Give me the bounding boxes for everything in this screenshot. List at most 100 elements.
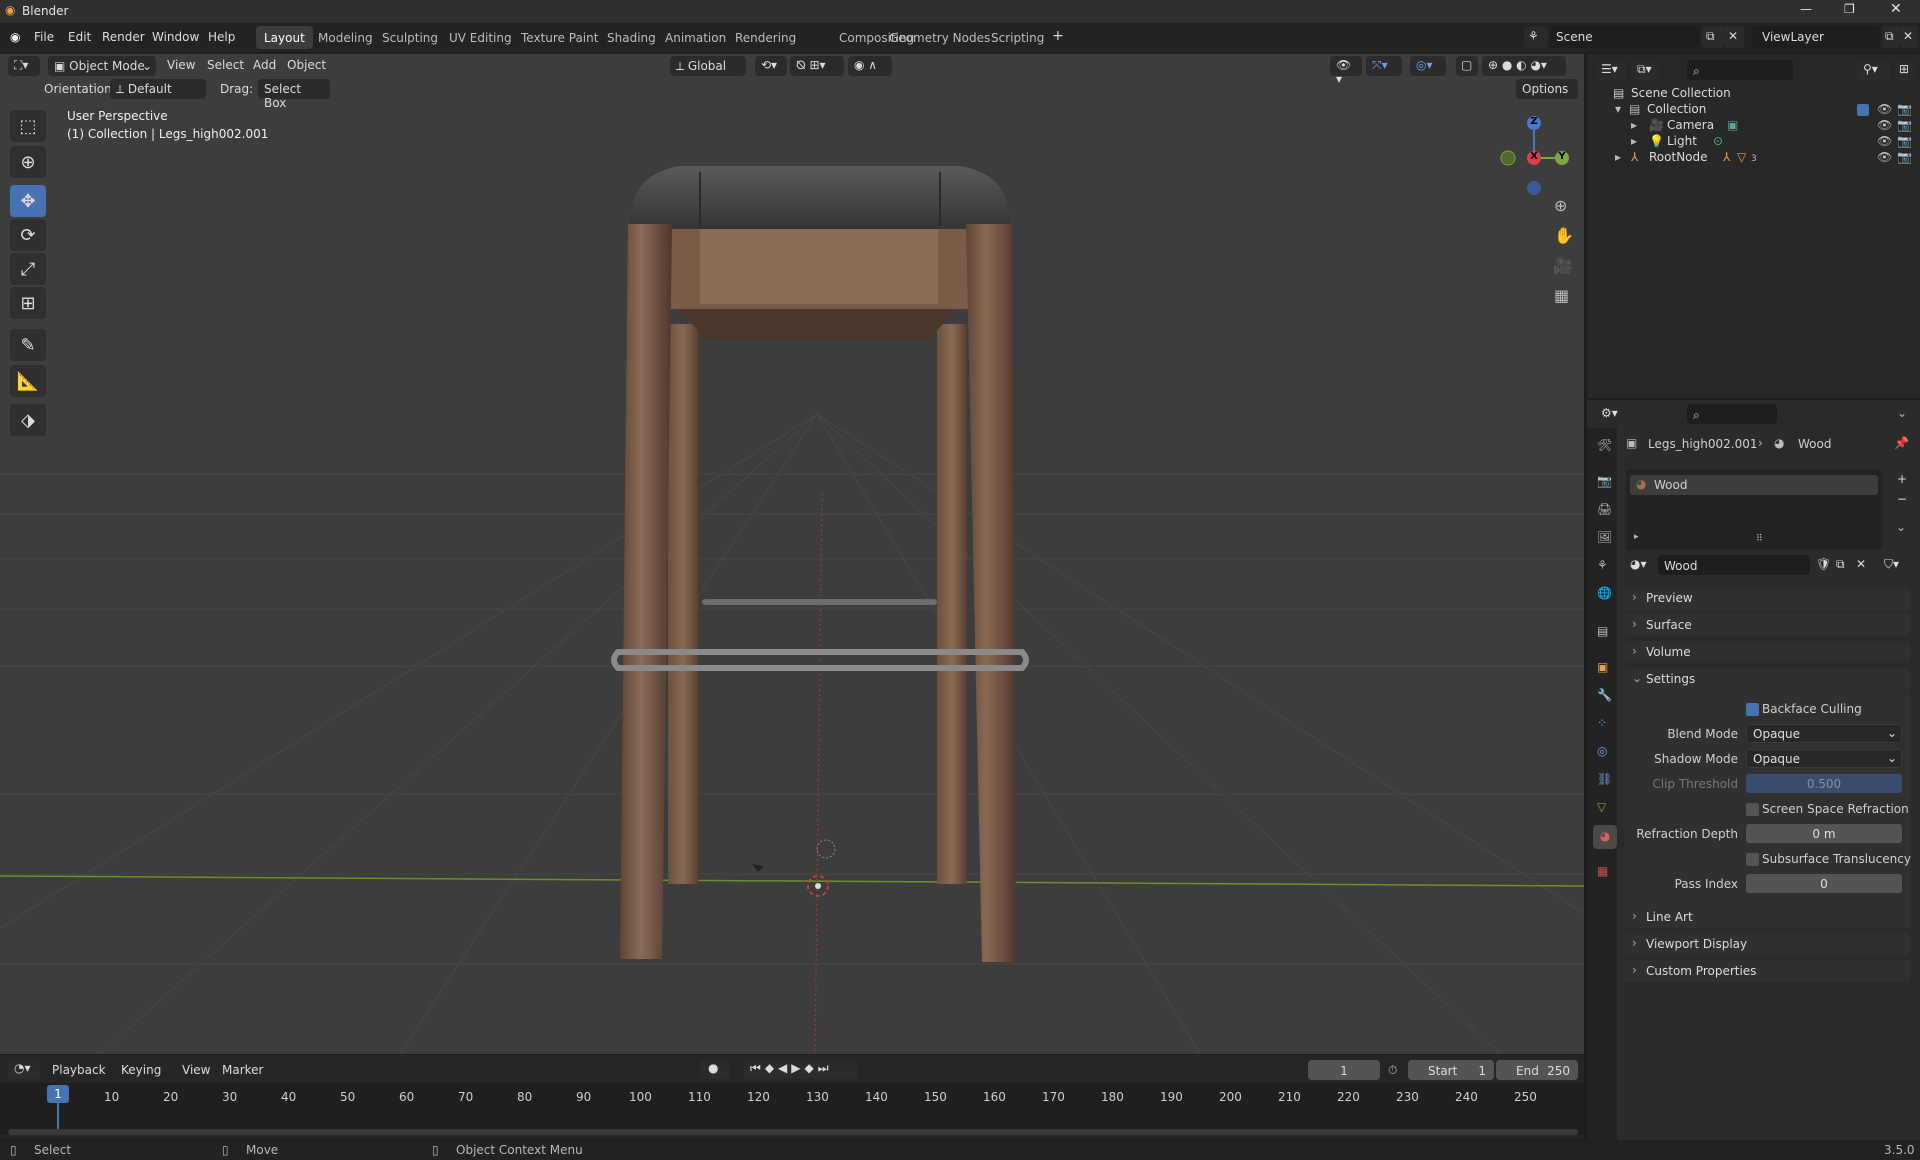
start-frame-field[interactable]: Start 1: [1408, 1060, 1494, 1080]
material-name-field[interactable]: Wood: [1658, 555, 1810, 575]
transform-orientation-dropdown[interactable]: ⟂ Global: [670, 56, 746, 76]
camera-view-icon[interactable]: 🎥: [1553, 256, 1573, 275]
modifier-tab-icon[interactable]: 🔧: [1597, 688, 1612, 702]
add-slot-icon[interactable]: +: [1892, 472, 1912, 490]
timeline-menu-marker[interactable]: Marker: [222, 1063, 263, 1077]
expand-slot-list-icon[interactable]: ▸: [1634, 532, 1639, 542]
menu-select[interactable]: Select: [207, 58, 244, 72]
annotate-tool[interactable]: ✎: [10, 329, 46, 361]
outliner-search-input[interactable]: ⌕: [1687, 60, 1793, 80]
outliner-item-rootnode[interactable]: RootNode: [1649, 150, 1708, 164]
view-layer-tab-icon[interactable]: 🖼: [1597, 530, 1612, 544]
new-view-layer-icon[interactable]: ⧉: [1882, 26, 1900, 48]
timeline-scrollbar[interactable]: [8, 1129, 1578, 1135]
x-axis-handle[interactable]: X: [1527, 151, 1541, 165]
refraction-depth-field[interactable]: 0 m: [1746, 824, 1902, 843]
view-layer-field[interactable]: ViewLayer: [1752, 26, 1880, 48]
menu-object[interactable]: Object: [287, 58, 326, 72]
outliner-editor-type-icon[interactable]: ☰▾: [1595, 60, 1627, 80]
menu-view[interactable]: View: [167, 58, 195, 72]
timeline-editor-type-icon[interactable]: ◔▾: [8, 1059, 40, 1079]
panel-viewport-display[interactable]: › Viewport Display: [1624, 933, 1910, 955]
select-box-tool[interactable]: ⬚: [10, 110, 46, 142]
mode-selector[interactable]: ▣ Object Mode ⌄: [48, 56, 156, 76]
rootnode-child-empty-icon[interactable]: ⅄: [1723, 150, 1730, 164]
browse-material-icon[interactable]: ◕▾: [1626, 555, 1656, 575]
new-collection-icon[interactable]: ⊞: [1895, 60, 1917, 80]
fake-user-icon[interactable]: 🛡: [1812, 555, 1832, 575]
xray-icon[interactable]: ▢: [1456, 56, 1478, 76]
menu-file[interactable]: File: [34, 30, 54, 44]
tool-tab-icon[interactable]: 🛠: [1597, 438, 1612, 452]
options-dropdown[interactable]: Options: [1516, 79, 1578, 99]
particles-tab-icon[interactable]: ⁘: [1597, 716, 1607, 730]
jump-end-icon[interactable]: ⏭: [818, 1061, 833, 1075]
properties-search-input[interactable]: ⌕: [1687, 404, 1777, 424]
prev-keyframe-icon[interactable]: ◆: [765, 1061, 778, 1075]
maximize-icon[interactable]: ❐: [1844, 2, 1855, 16]
tab-animation[interactable]: Animation: [657, 26, 734, 49]
collection-exclude-checkbox[interactable]: [1857, 104, 1869, 116]
physics-tab-icon[interactable]: ◎: [1597, 744, 1607, 758]
timeline-menu-keying[interactable]: Keying: [121, 1063, 161, 1077]
panel-volume[interactable]: › Volume: [1624, 641, 1910, 663]
3d-viewport[interactable]: ⛶▾ ▣ Object Mode ⌄ View Select Add Objec…: [0, 54, 1584, 1054]
menu-edit[interactable]: Edit: [68, 30, 91, 44]
minimize-icon[interactable]: —: [1800, 2, 1812, 16]
menu-window[interactable]: Window: [152, 30, 199, 44]
render-tab-icon[interactable]: 📷: [1597, 474, 1612, 488]
editor-type-icon[interactable]: ⛶▾: [8, 56, 40, 76]
timeline-menu-playback[interactable]: Playback: [52, 1063, 106, 1077]
expand-rootnode-icon[interactable]: ▸: [1615, 150, 1621, 164]
backface-culling-checkbox[interactable]: [1746, 703, 1759, 716]
perspective-grid-icon[interactable]: ▦: [1554, 286, 1569, 305]
remove-view-layer-icon[interactable]: ✕: [1900, 26, 1918, 48]
overlay-toggle-icon[interactable]: ◎▾: [1410, 56, 1446, 76]
record-icon[interactable]: ●: [700, 1059, 730, 1079]
display-mode-icon[interactable]: ⧉▾: [1631, 60, 1661, 80]
rootnode-eye-icon[interactable]: 👁: [1877, 150, 1892, 164]
panel-custom-properties[interactable]: › Custom Properties: [1624, 960, 1910, 982]
properties-editor-type-icon[interactable]: ⚙▾: [1595, 404, 1627, 424]
scene-selector-icon[interactable]: ⚘: [1524, 26, 1548, 48]
expand-camera-icon[interactable]: ▸: [1631, 118, 1637, 132]
camera-render-icon[interactable]: 📷: [1897, 118, 1912, 132]
link-mode-icon[interactable]: ⛉▾: [1880, 555, 1912, 575]
blend-mode-dropdown[interactable]: Opaque ⌄: [1746, 724, 1902, 743]
tab-shading[interactable]: Shading: [599, 26, 664, 49]
texture-tab-icon[interactable]: ▦: [1597, 864, 1608, 878]
unlink-material-icon[interactable]: ✕: [1852, 555, 1872, 575]
tab-geometry-nodes[interactable]: Geometry Nodes: [881, 26, 998, 49]
zoom-icon[interactable]: ⊕: [1554, 196, 1567, 215]
drag-dropdown[interactable]: Select Box: [258, 79, 330, 110]
move-tool[interactable]: ✥: [10, 185, 46, 217]
add-cube-tool[interactable]: ⬗: [10, 404, 46, 436]
visibility-icon[interactable]: 👁▾: [1330, 56, 1362, 86]
remove-scene-icon[interactable]: ✕: [1724, 26, 1744, 48]
rootnode-render-icon[interactable]: 📷: [1897, 150, 1912, 164]
blender-menu-icon[interactable]: ◉: [10, 30, 20, 44]
panel-surface[interactable]: › Surface: [1624, 614, 1910, 636]
scene-collection-label[interactable]: Scene Collection: [1631, 86, 1731, 100]
tab-rendering[interactable]: Rendering: [727, 26, 804, 49]
light-data-icon[interactable]: ⊙: [1713, 134, 1723, 148]
pass-index-field[interactable]: 0: [1746, 874, 1902, 893]
new-scene-icon[interactable]: ⧉: [1702, 26, 1724, 48]
y-axis-handle[interactable]: Y: [1555, 151, 1569, 165]
camera-eye-icon[interactable]: 👁: [1877, 118, 1892, 132]
resize-handle-icon[interactable]: ⠿: [1756, 534, 1763, 544]
collection-tab-icon[interactable]: ▤: [1597, 624, 1608, 638]
object-tab-icon[interactable]: ▣: [1597, 660, 1608, 674]
menu-render[interactable]: Render: [102, 30, 145, 44]
tab-sculpting[interactable]: Sculpting: [374, 26, 446, 49]
playback-controls[interactable]: ⏮◆◀▶◆⏭: [744, 1059, 858, 1079]
outliner-item-collection[interactable]: Collection: [1647, 102, 1706, 116]
gizmo-toggle-icon[interactable]: ⤧▾: [1366, 56, 1402, 76]
shadow-mode-dropdown[interactable]: Opaque ⌄: [1746, 749, 1902, 768]
outliner-item-light[interactable]: Light: [1667, 134, 1697, 148]
screen-space-refraction-checkbox[interactable]: [1746, 803, 1759, 816]
collection-eye-icon[interactable]: 👁: [1877, 102, 1892, 116]
snap-icon[interactable]: ⦰ ⊞▾: [790, 56, 844, 76]
next-keyframe-icon[interactable]: ◆: [805, 1061, 818, 1075]
collection-render-icon[interactable]: 📷: [1897, 102, 1912, 116]
